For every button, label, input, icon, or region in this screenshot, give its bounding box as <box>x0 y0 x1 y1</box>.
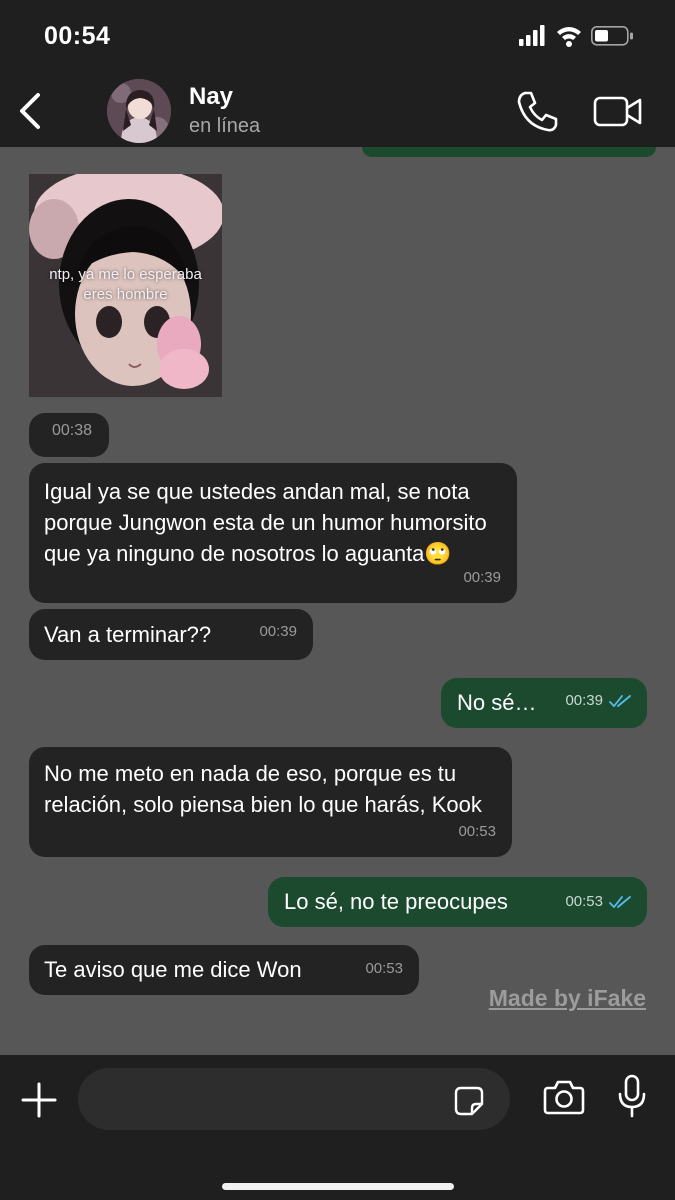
cellular-signal-icon <box>519 25 545 46</box>
camera-icon <box>543 1080 585 1115</box>
previous-outgoing-bubble <box>362 147 656 157</box>
message-text: Igual ya se que ustedes andan mal, se no… <box>44 479 487 566</box>
message-time: 00:53 <box>565 893 603 910</box>
message-text: No sé… <box>457 690 537 715</box>
image-message[interactable]: ntp, ya me lo esperaba eres hombre <box>29 174 222 397</box>
message-meta: 00:39 <box>565 685 633 716</box>
message-bubble-incoming[interactable]: Te aviso que me dice Won 00:53 <box>29 945 419 995</box>
message-time: 00:39 <box>259 623 297 640</box>
image-caption-line2: eres hombre <box>83 286 168 303</box>
sticker-button[interactable] <box>453 1085 485 1117</box>
message-text: Van a terminar?? <box>44 622 212 647</box>
home-indicator[interactable] <box>222 1183 454 1190</box>
message-text: Te aviso que me dice Won <box>44 957 302 982</box>
contact-name[interactable]: Nay <box>189 83 233 111</box>
status-time: 00:54 <box>44 22 111 50</box>
message-text: No me meto en nada de eso, porque es tu … <box>44 761 482 817</box>
wifi-icon <box>557 27 581 47</box>
plus-icon <box>21 1082 57 1118</box>
status-icons <box>519 24 639 48</box>
image-caption-line1: ntp, ya me lo esperaba <box>49 266 202 283</box>
camera-button[interactable] <box>543 1077 585 1117</box>
chat-area[interactable]: ntp, ya me lo esperaba eres hombre 00:38… <box>0 147 675 1055</box>
message-text: Lo sé, no te preocupes <box>284 889 508 914</box>
microphone-icon <box>618 1074 646 1118</box>
composer-bar <box>0 1055 675 1200</box>
message-bubble-incoming[interactable]: Van a terminar?? 00:39 <box>29 609 313 660</box>
chat-header: Nay en línea <box>0 75 675 147</box>
message-bubble-outgoing[interactable]: No sé… 00:39 <box>441 678 647 728</box>
message-time: 00:39 <box>463 569 501 586</box>
message-time: 00:38 <box>51 422 92 439</box>
status-bar: 00:54 <box>0 0 675 75</box>
watermark-link[interactable]: Made by iFake <box>489 985 646 1012</box>
message-time: 00:39 <box>565 692 603 709</box>
double-check-icon <box>609 695 631 708</box>
message-time: 00:53 <box>365 960 403 977</box>
voice-call-button[interactable] <box>514 89 560 135</box>
back-button[interactable] <box>14 89 54 133</box>
message-bubble-incoming[interactable]: Igual ya se que ustedes andan mal, se no… <box>29 463 517 603</box>
attach-button[interactable] <box>18 1079 60 1121</box>
video-call-button[interactable] <box>592 89 644 135</box>
sticker-icon <box>454 1086 484 1116</box>
video-camera-icon <box>593 96 642 127</box>
message-bubble-incoming[interactable]: No me meto en nada de eso, porque es tu … <box>29 747 512 857</box>
image-time-bubble: 00:38 <box>29 413 109 457</box>
message-bubble-outgoing[interactable]: Lo sé, no te preocupes 00:53 <box>268 877 647 927</box>
contact-status: en línea <box>189 115 261 137</box>
battery-icon <box>591 26 633 46</box>
message-time: 00:53 <box>458 823 496 840</box>
message-meta: 00:53 <box>565 886 633 917</box>
message-input[interactable] <box>78 1068 510 1130</box>
phone-icon <box>517 91 558 132</box>
avatar[interactable] <box>107 79 171 143</box>
microphone-button[interactable] <box>616 1073 648 1121</box>
chevron-left-icon <box>20 93 40 129</box>
double-check-icon <box>609 896 631 909</box>
